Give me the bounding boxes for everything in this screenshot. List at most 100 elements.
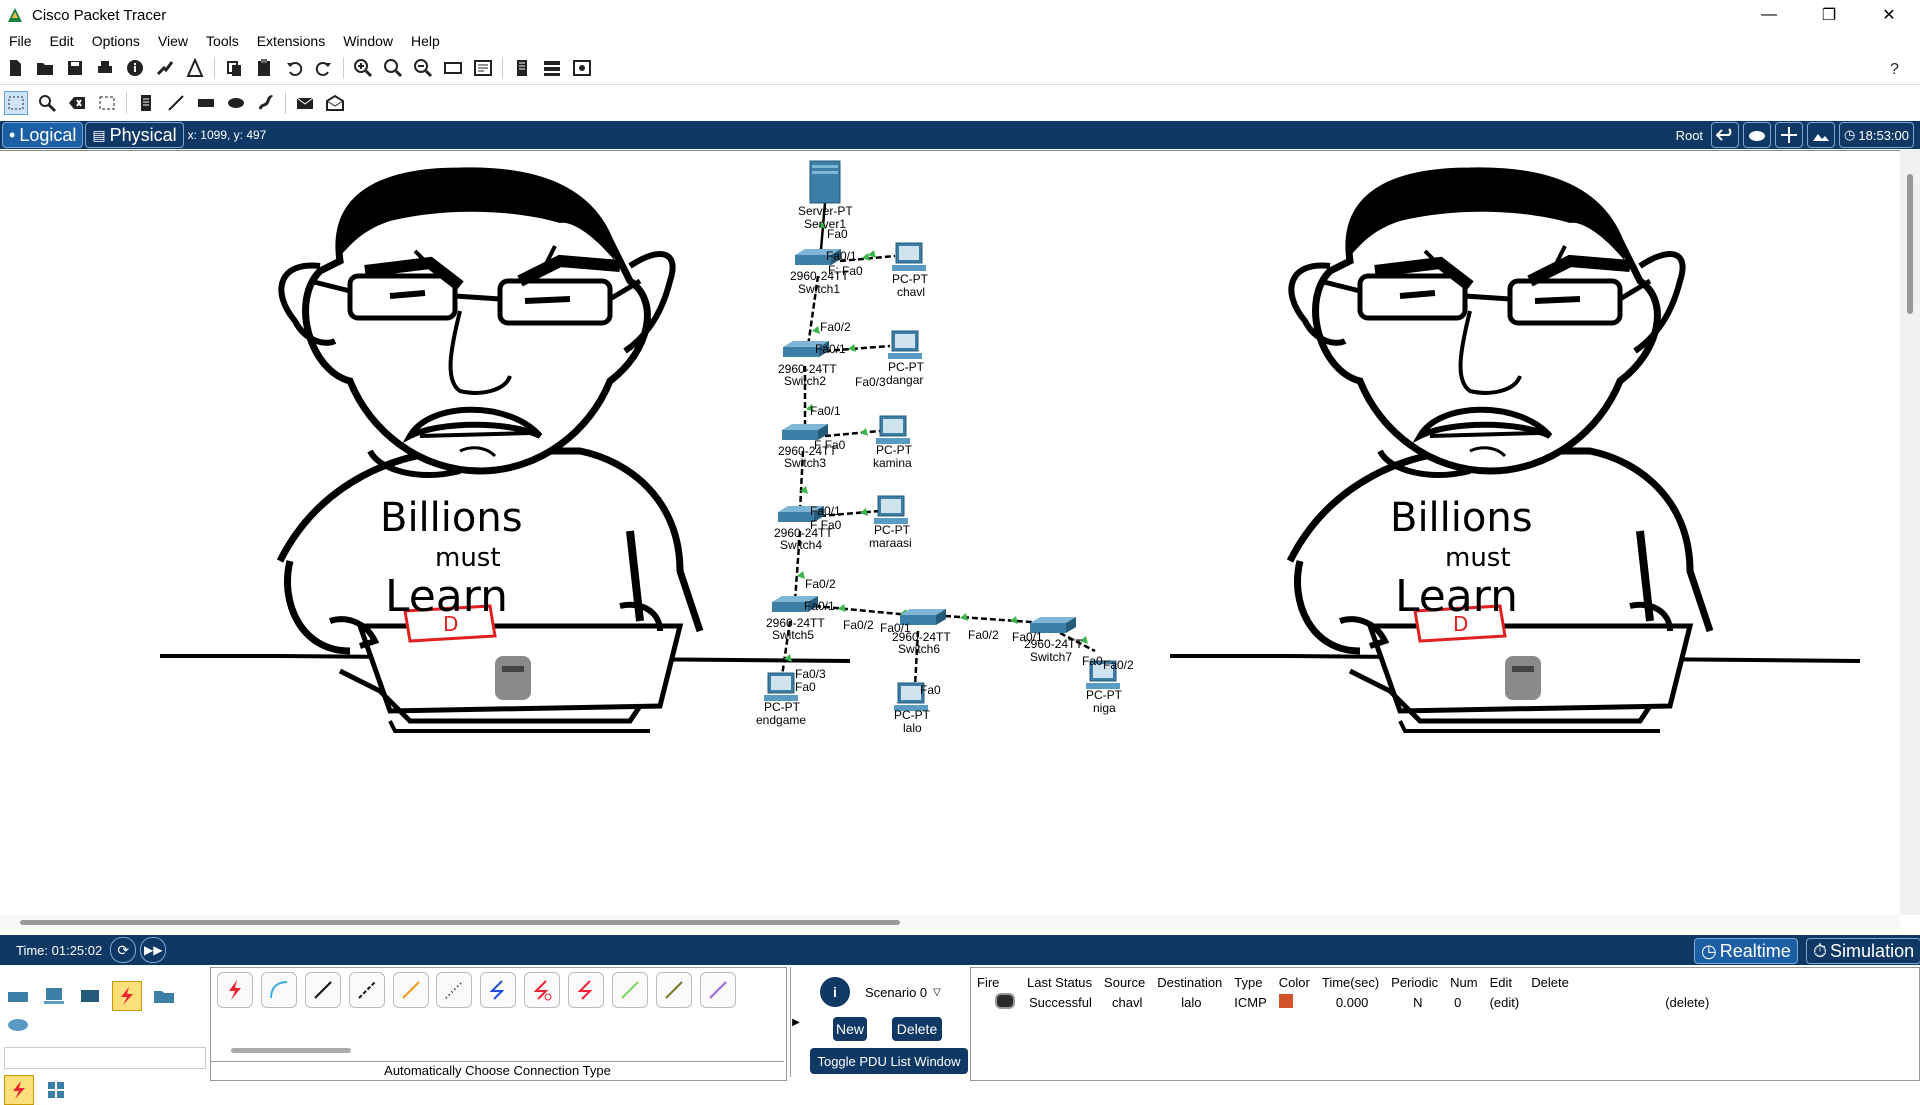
undo-icon[interactable] bbox=[283, 57, 305, 79]
zoom-out-icon[interactable] bbox=[412, 57, 434, 79]
menu-view[interactable]: View bbox=[149, 33, 197, 49]
cloud-icon[interactable] bbox=[1743, 122, 1772, 148]
print-icon[interactable] bbox=[94, 57, 116, 79]
menu-extensions[interactable]: Extensions bbox=[248, 33, 334, 49]
info-icon[interactable] bbox=[124, 57, 146, 79]
workspace-vertical-scrollbar[interactable] bbox=[1900, 150, 1920, 915]
fast-forward-icon[interactable]: ▶▶ bbox=[140, 937, 167, 963]
network-devices-icon[interactable] bbox=[4, 982, 32, 1010]
add-complex-pdu-icon[interactable] bbox=[324, 92, 346, 114]
pc-kamina-device[interactable] bbox=[875, 415, 911, 445]
new-scenario-button[interactable]: New bbox=[833, 1017, 867, 1041]
custom-devices-icon[interactable] bbox=[472, 57, 494, 79]
pc-maraasi-device[interactable] bbox=[873, 495, 909, 525]
rack-view-icon[interactable] bbox=[541, 57, 563, 79]
scenario-info-button[interactable]: i bbox=[820, 977, 850, 1007]
delete-tool-icon[interactable] bbox=[66, 92, 88, 114]
horizontal-scroll-thumb[interactable] bbox=[20, 920, 900, 925]
activity-wizard-icon[interactable] bbox=[184, 57, 206, 79]
logical-view-button[interactable]: • Logical bbox=[2, 122, 84, 148]
panel-collapse-arrow-icon[interactable]: ▶ bbox=[790, 967, 801, 1077]
drawing-palette-icon[interactable] bbox=[442, 57, 464, 79]
pdu-fire-cell[interactable] bbox=[971, 992, 1021, 1012]
note-icon[interactable] bbox=[135, 92, 157, 114]
zoom-in-icon[interactable] bbox=[352, 57, 374, 79]
menu-help[interactable]: Help bbox=[402, 33, 449, 49]
new-file-icon[interactable] bbox=[4, 57, 26, 79]
server-device[interactable]: Server-PT Server1 bbox=[798, 160, 853, 231]
draw-rectangle-icon[interactable] bbox=[195, 92, 217, 114]
logical-workspace[interactable]: Billions must Learn D Billions must Lear… bbox=[0, 150, 1900, 916]
serial-dte-icon[interactable] bbox=[568, 972, 605, 1008]
select-tool-icon[interactable] bbox=[4, 91, 28, 115]
move-viewport-icon[interactable] bbox=[1775, 122, 1804, 148]
fiber-icon[interactable] bbox=[392, 972, 429, 1008]
menu-file[interactable]: File bbox=[0, 33, 41, 49]
end-devices-icon[interactable] bbox=[40, 982, 68, 1010]
workspace-canvas[interactable]: Billions must Learn D Billions must Lear… bbox=[0, 151, 1900, 916]
copy-icon[interactable] bbox=[223, 57, 245, 79]
redo-icon[interactable] bbox=[313, 57, 335, 79]
fire-icon[interactable] bbox=[995, 992, 1015, 1009]
help-icon[interactable]: ? bbox=[1884, 57, 1906, 79]
grid-icon[interactable] bbox=[42, 1076, 70, 1104]
draw-line-icon[interactable] bbox=[165, 92, 187, 114]
viewport-icon[interactable] bbox=[571, 57, 593, 79]
menu-window[interactable]: Window bbox=[334, 33, 402, 49]
console-cable-icon[interactable] bbox=[260, 972, 297, 1008]
iot-cable-icon[interactable] bbox=[655, 972, 692, 1008]
connections-category-icon[interactable] bbox=[111, 981, 142, 1011]
vertical-scroll-thumb[interactable] bbox=[1907, 174, 1913, 314]
physical-view-button[interactable]: ▤ Physical bbox=[85, 122, 184, 148]
clock-button[interactable]: ◷ 18:53:00 bbox=[1839, 122, 1914, 148]
realtime-mode-button[interactable]: ◷ Realtime bbox=[1694, 938, 1798, 964]
background-image-icon[interactable] bbox=[1807, 122, 1836, 148]
open-folder-icon[interactable] bbox=[34, 57, 56, 79]
pc-endgame-device[interactable] bbox=[763, 672, 799, 702]
device-search-field[interactable] bbox=[4, 1047, 206, 1069]
draw-ellipse-icon[interactable] bbox=[225, 92, 247, 114]
copper-straight-through-icon[interactable] bbox=[304, 972, 341, 1008]
pdu-delete-link[interactable]: (delete) bbox=[1525, 992, 1715, 1012]
freeform-icon[interactable] bbox=[255, 92, 277, 114]
cluster-icon[interactable] bbox=[511, 57, 533, 79]
zoom-reset-icon[interactable] bbox=[382, 57, 404, 79]
usb-cable-icon[interactable] bbox=[699, 972, 736, 1008]
maximize-button[interactable]: ❐ bbox=[1806, 0, 1852, 30]
octal-cable-icon[interactable] bbox=[612, 972, 649, 1008]
pdu-edit-link[interactable]: (edit) bbox=[1484, 992, 1526, 1012]
auto-connection-icon[interactable] bbox=[217, 972, 253, 1008]
resize-shape-icon[interactable] bbox=[96, 92, 118, 114]
network-wizard-icon[interactable] bbox=[154, 57, 176, 79]
serial-dce-icon[interactable] bbox=[524, 972, 561, 1008]
copper-cross-over-icon[interactable] bbox=[348, 972, 385, 1008]
coaxial-icon[interactable] bbox=[480, 972, 517, 1008]
menu-edit[interactable]: Edit bbox=[41, 33, 83, 49]
simulation-mode-button[interactable]: ⏱ Simulation bbox=[1806, 938, 1920, 964]
close-button[interactable]: ✕ bbox=[1866, 0, 1912, 30]
root-label[interactable]: Root bbox=[1676, 128, 1703, 143]
back-icon[interactable] bbox=[1711, 122, 1740, 148]
workspace-horizontal-scrollbar[interactable] bbox=[0, 915, 1900, 929]
pc-chavl-device[interactable] bbox=[891, 242, 927, 272]
power-cycle-icon[interactable]: ⟳ bbox=[110, 937, 137, 963]
menu-options[interactable]: Options bbox=[83, 33, 149, 49]
paste-icon[interactable] bbox=[253, 57, 275, 79]
link-switch3-kamina[interactable] bbox=[824, 429, 881, 438]
minimize-button[interactable]: — bbox=[1746, 0, 1792, 30]
pdu-row[interactable]: Successful chavl lalo ICMP 0.000 N 0 (ed… bbox=[971, 992, 1715, 1012]
toggle-pdu-list-button[interactable]: Toggle PDU List Window bbox=[810, 1048, 968, 1074]
pc-dangar-device[interactable] bbox=[887, 330, 923, 360]
miscellaneous-icon[interactable] bbox=[150, 982, 178, 1010]
phone-cable-icon[interactable] bbox=[436, 972, 473, 1008]
delete-scenario-button[interactable]: Delete bbox=[892, 1017, 942, 1041]
connections-scroll-thumb[interactable] bbox=[231, 1048, 351, 1053]
add-simple-pdu-icon[interactable] bbox=[294, 92, 316, 114]
inspect-icon[interactable] bbox=[36, 92, 58, 114]
scenario-select[interactable]: Scenario 0 ▽ bbox=[865, 981, 955, 1003]
multiuser-icon[interactable] bbox=[4, 1011, 32, 1039]
save-icon[interactable] bbox=[64, 57, 86, 79]
components-icon[interactable] bbox=[76, 982, 104, 1010]
link-switch6-switch7[interactable] bbox=[944, 614, 1046, 625]
menu-tools[interactable]: Tools bbox=[197, 33, 248, 49]
